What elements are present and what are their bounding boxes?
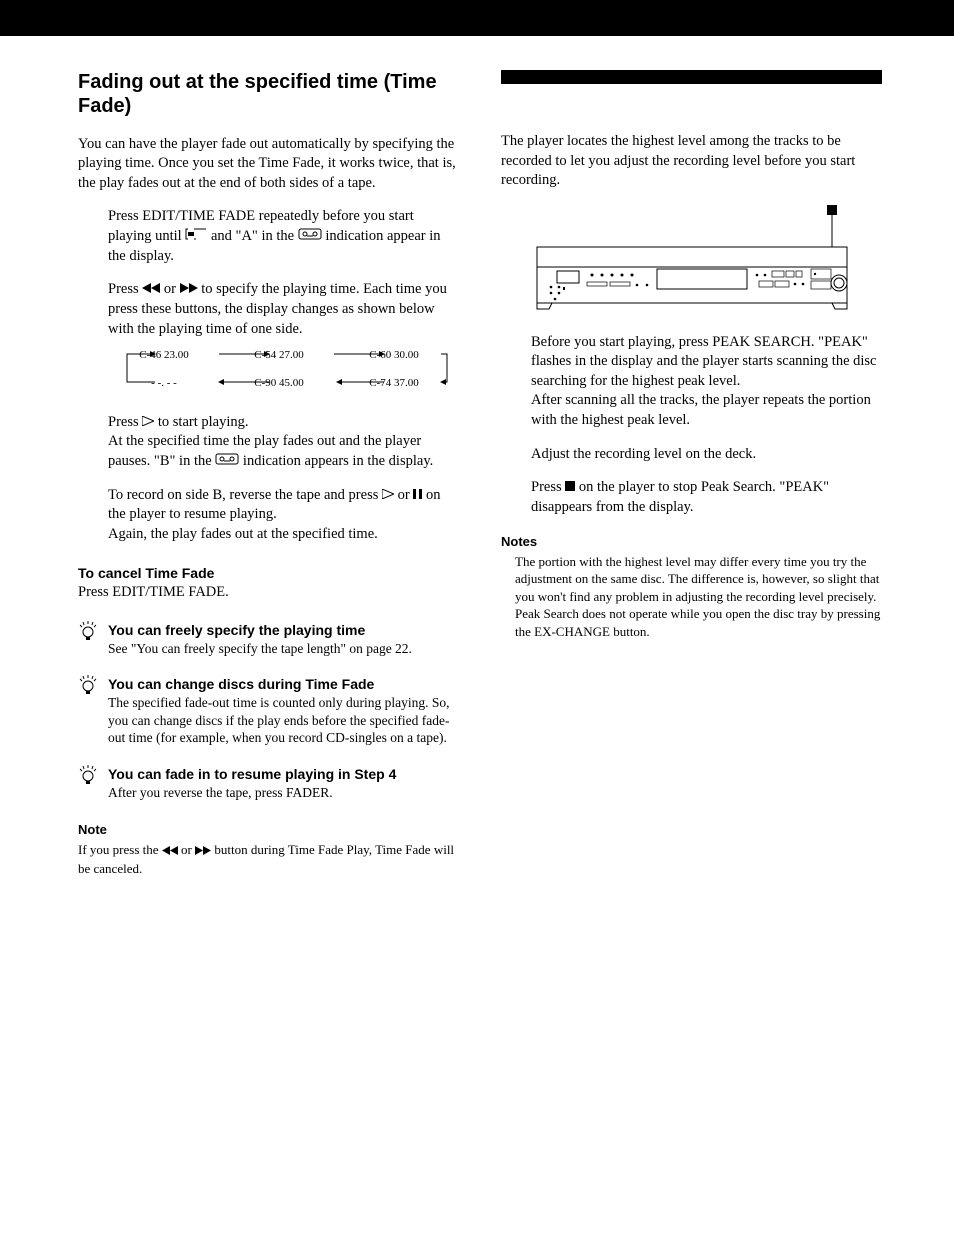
rs1b: After scanning all the tracks, the playe… (531, 392, 871, 428)
section-heading-bar (501, 70, 882, 84)
step2-text-b: or (164, 281, 180, 297)
tip-bulb-icon (78, 621, 98, 641)
stop-icon (565, 478, 575, 498)
step4-text-b: or (398, 487, 414, 503)
tip3-body: After you reverse the tape, press FADER. (108, 784, 459, 802)
rs3a: Press (531, 479, 565, 495)
tip-bulb-icon (78, 675, 98, 695)
rs1a: Before you start playing, press PEAK SEA… (531, 334, 877, 389)
stop-callout-icon (827, 205, 837, 215)
page-content: Fading out at the specified time (Time F… (0, 36, 954, 877)
rewind-icon (142, 280, 160, 300)
note-a: If you press the (78, 842, 162, 857)
tip1-heading: You can freely specify the playing time (108, 621, 459, 640)
step-3: Press to start playing. At the specified… (78, 413, 459, 472)
tip3-heading: You can fade in to resume playing in Ste… (108, 765, 459, 784)
step2-text-a: Press (108, 281, 142, 297)
fastforward-icon (195, 842, 211, 860)
fastforward-icon (180, 280, 198, 300)
tip-fade-in: You can fade in to resume playing in Ste… (78, 765, 459, 801)
c74-label: C-74 37.00 (369, 377, 419, 389)
rewind-icon (162, 842, 178, 860)
rs3b: on the player to stop Peak Search. "PEAK… (531, 479, 829, 515)
note-b: or (181, 842, 195, 857)
right-column: The player locates the highest level amo… (501, 70, 882, 877)
tip-change-discs: You can change discs during Time Fade Th… (78, 675, 459, 747)
tip1-body: See "You can freely specify the tape len… (108, 640, 459, 658)
play-icon (142, 413, 154, 433)
left-column: Fading out at the specified time (Time F… (78, 70, 459, 877)
right-notes-body: The portion with the highest level may d… (501, 553, 882, 641)
tape-icon (298, 227, 322, 247)
step4-text-d: Again, the play fades out at the specifi… (108, 526, 378, 542)
section-heading-time-fade: Fading out at the specified time (Time F… (78, 70, 459, 119)
right-intro: The player locates the highest level amo… (501, 132, 882, 191)
halftape-icon (185, 227, 207, 247)
note-heading: Note (78, 821, 459, 839)
pause-icon (413, 486, 422, 506)
play-icon (382, 486, 394, 506)
device-illustration (501, 205, 882, 315)
right-note-2: Peak Search does not operate while you o… (515, 605, 882, 640)
right-step-1: Before you start playing, press PEAK SEA… (501, 333, 882, 431)
step3-text-d: indication appears in the display. (243, 453, 433, 469)
c54-label: C-54 27.00 (254, 349, 304, 361)
step-2: Press or to specify the playing time. Ea… (78, 280, 459, 398)
tape-icon (215, 452, 239, 472)
step-1: Press EDIT/TIME FADE repeatedly before y… (78, 207, 459, 266)
step-4: To record on side B, reverse the tape an… (78, 486, 459, 545)
cancel-body: Press EDIT/TIME FADE. (78, 583, 459, 603)
right-step-2: Adjust the recording level on the deck. (501, 445, 882, 465)
c46-label: C-46 23.00 (139, 349, 189, 361)
step3-text-a: Press (108, 414, 142, 430)
top-black-bar (0, 0, 954, 36)
cancel-block: To cancel Time Fade Press EDIT/TIME FADE… (78, 564, 459, 602)
c90-label: C-90 45.00 (254, 377, 304, 389)
intro-paragraph: You can have the player fade out automat… (78, 135, 459, 194)
tip-bulb-icon (78, 765, 98, 785)
dash-label: - -. - - (151, 377, 177, 389)
right-note-1: The portion with the highest level may d… (515, 553, 882, 606)
right-step-3: Press on the player to stop Peak Search.… (501, 478, 882, 517)
tip2-heading: You can change discs during Time Fade (108, 675, 459, 694)
cancel-heading: To cancel Time Fade (78, 564, 459, 583)
step1-text-b: and "A" in the (211, 228, 298, 244)
c60-label: C-60 30.00 (369, 349, 419, 361)
tape-length-cycle: C-46 23.00 C-54 27.00 C-60 30.00 - -. - … (108, 345, 459, 399)
step4-text-a: To record on side B, reverse the tape an… (108, 487, 382, 503)
right-notes-heading: Notes (501, 533, 882, 551)
tip2-body: The specified fade-out time is counted o… (108, 694, 459, 747)
note-body: If you press the or button during Time F… (78, 841, 459, 877)
tip-specify-time: You can freely specify the playing time … (78, 621, 459, 657)
step3-text-b: to start playing. (158, 414, 249, 430)
